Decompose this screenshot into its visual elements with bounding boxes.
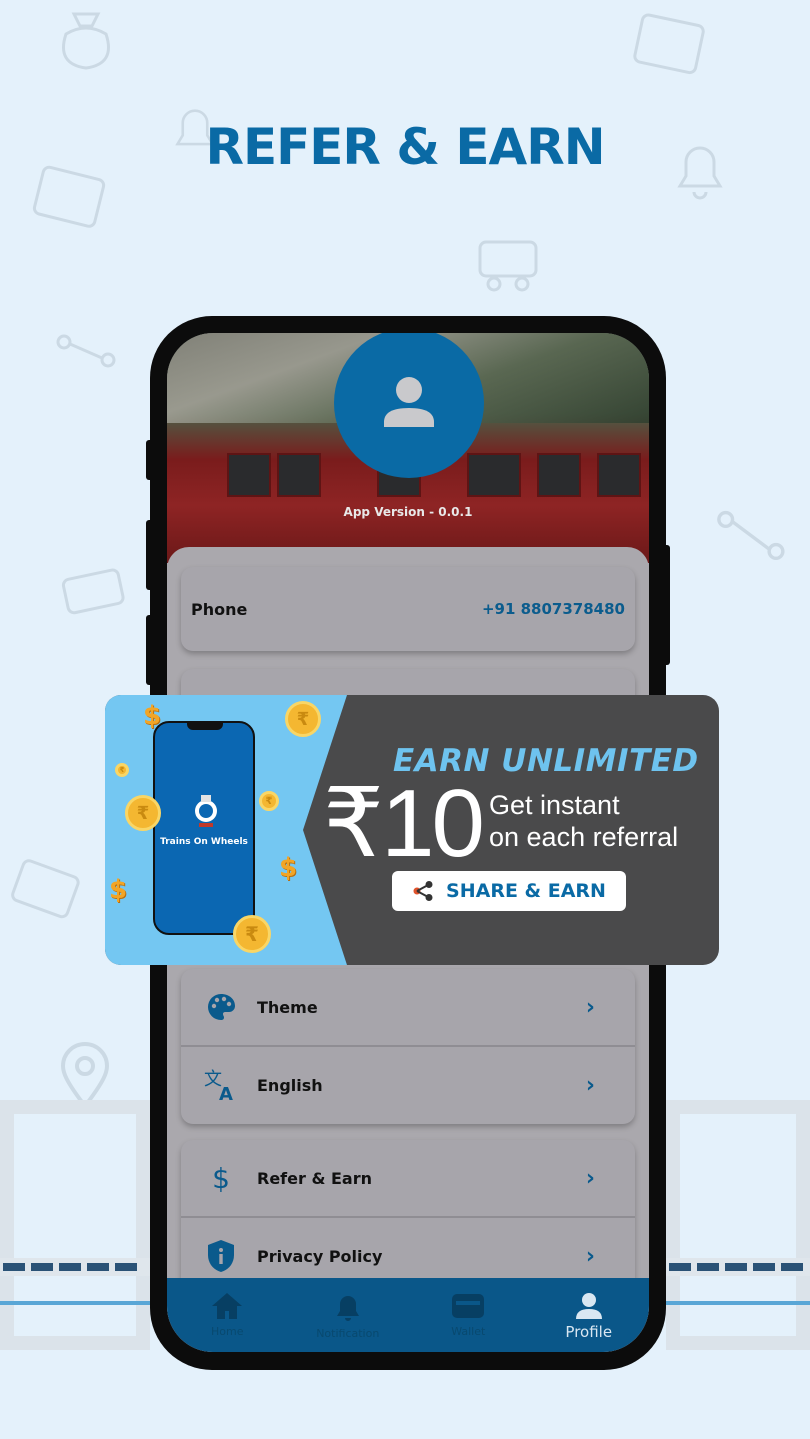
nav-label: Home — [211, 1325, 244, 1338]
train-left — [0, 1258, 150, 1276]
menu-item-refer-earn[interactable]: $ Refer & Earn › — [181, 1140, 635, 1216]
phone-label: Phone — [191, 599, 248, 619]
person-icon — [384, 377, 434, 427]
train-logo-icon — [195, 795, 217, 827]
palette-icon — [201, 987, 241, 1027]
app-brand: Trains On Wheels — [160, 837, 248, 847]
nav-home[interactable]: Home — [167, 1278, 288, 1352]
app-phone-illustration: Trains On Wheels — [153, 721, 255, 935]
train-right — [666, 1258, 810, 1276]
train-icon — [61, 568, 125, 615]
menu-item-label: English — [257, 1075, 323, 1095]
banner-description: Get instant on each referral — [489, 789, 678, 853]
network-icon — [717, 510, 785, 560]
menu-item-label: Privacy Policy — [257, 1246, 383, 1266]
bottom-navigation: Home Notification Wallet Profile — [167, 1278, 649, 1352]
referral-amount: ₹10 — [323, 770, 485, 877]
nav-notification[interactable]: Notification — [288, 1278, 409, 1352]
page-headline: REFER & EARN — [205, 118, 605, 176]
refer-promo-banner[interactable]: Trains On Wheels ₹ ₹ ₹ ₹ ₹ $ $ $ EARN UN… — [105, 695, 719, 965]
money-bag-icon — [62, 12, 110, 70]
share-earn-button[interactable]: SHARE & EARN — [392, 871, 626, 911]
dollar-icon: $ — [212, 1161, 230, 1195]
nav-label: Profile — [565, 1323, 613, 1341]
person-icon — [575, 1293, 602, 1319]
rail-line — [666, 1301, 810, 1305]
menu-item-label: Refer & Earn — [257, 1168, 372, 1188]
phone-side-button — [146, 520, 154, 590]
wallet-icon — [11, 859, 80, 919]
station-building — [0, 1100, 150, 1350]
rupee-coin-icon: ₹ — [115, 763, 129, 777]
chevron-right-icon: › — [585, 1243, 595, 1269]
chevron-right-icon: › — [585, 994, 595, 1020]
menu-item-theme[interactable]: Theme › — [181, 969, 635, 1045]
phone-card: Phone +91 8807378480 — [181, 567, 635, 651]
banner-line-1: Get instant — [489, 790, 620, 820]
svg-text:A: A — [219, 1084, 233, 1103]
dollar-icon: $ — [143, 701, 162, 731]
rupee-coin-icon: ₹ — [233, 915, 271, 953]
app-version: App Version - 0.0.1 — [343, 505, 473, 519]
nav-label: Notification — [316, 1327, 380, 1340]
menu-item-label: Theme — [257, 997, 318, 1017]
banner-line-2: on each referral — [489, 822, 679, 852]
share-earn-label: SHARE & EARN — [446, 880, 606, 902]
rupee-coin-icon: ₹ — [125, 795, 161, 831]
shield-info-icon — [201, 1236, 241, 1276]
phone-power-button — [662, 545, 670, 665]
profile-avatar[interactable] — [334, 333, 484, 478]
dollar-icon: $ — [109, 875, 128, 905]
preferences-card: Theme › 文A English › — [181, 969, 635, 1124]
translate-icon: 文A — [201, 1065, 241, 1105]
network-icon — [56, 334, 116, 368]
nav-profile[interactable]: Profile — [529, 1278, 650, 1352]
chevron-right-icon: › — [585, 1072, 595, 1098]
share-icon — [413, 881, 433, 901]
bill-icon — [633, 13, 705, 75]
station-building — [666, 1100, 810, 1350]
nav-wallet[interactable]: Wallet — [408, 1278, 529, 1352]
phone-side-button — [146, 440, 154, 480]
bell-icon — [336, 1296, 359, 1321]
more-card: $ Refer & Earn › Privacy Policy › — [181, 1140, 635, 1300]
rupee-coin-icon: ₹ — [285, 701, 321, 737]
train-icon — [478, 240, 538, 292]
chevron-right-icon: › — [585, 1165, 595, 1191]
nav-label: Wallet — [451, 1325, 486, 1338]
menu-item-language[interactable]: 文A English › — [181, 1047, 635, 1123]
wallet-icon — [452, 1294, 485, 1318]
home-icon — [212, 1293, 243, 1319]
rail-line — [0, 1301, 150, 1305]
rupee-coin-icon: ₹ — [259, 791, 279, 811]
phone-side-button — [146, 615, 154, 685]
phone-value: +91 8807378480 — [481, 600, 625, 618]
dollar-icon: $ — [279, 853, 298, 883]
